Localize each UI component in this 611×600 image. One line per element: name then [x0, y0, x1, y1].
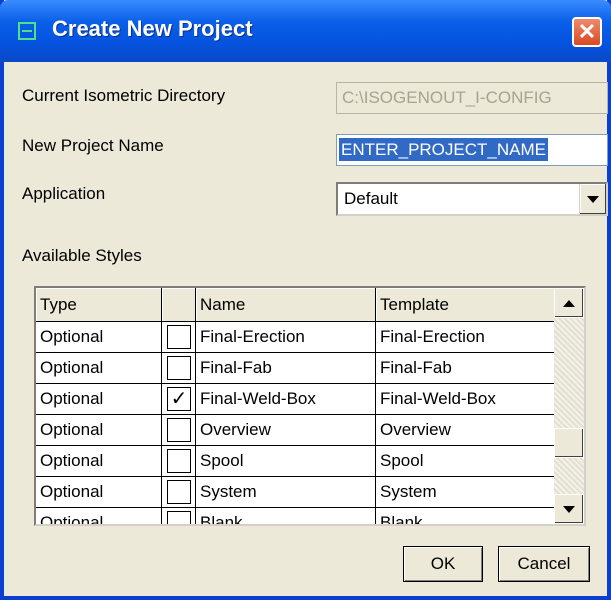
- ok-button[interactable]: OK: [403, 546, 483, 582]
- column-header-type[interactable]: Type: [36, 288, 162, 322]
- style-checkbox[interactable]: [167, 449, 191, 473]
- check-cell: ✓: [162, 384, 196, 415]
- available-styles-label: Available Styles: [22, 246, 142, 265]
- title-bar[interactable]: Create New Project ✕: [0, 0, 611, 62]
- project-name-label: New Project Name: [22, 136, 164, 155]
- table-row[interactable]: Optional System System: [36, 477, 556, 508]
- template-cell: Final-Weld-Box: [376, 384, 556, 415]
- type-cell: Optional: [36, 353, 162, 384]
- check-cell: [162, 415, 196, 446]
- scroll-down-arrow-icon[interactable]: [554, 494, 584, 524]
- template-cell: Spool: [376, 446, 556, 477]
- window-title: Create New Project: [52, 16, 253, 41]
- close-button[interactable]: ✕: [572, 17, 602, 47]
- app-icon: [18, 22, 36, 40]
- check-cell: [162, 322, 196, 353]
- table-row[interactable]: Optional Spool Spool: [36, 446, 556, 477]
- style-checkbox[interactable]: [167, 511, 191, 524]
- template-cell: System: [376, 477, 556, 508]
- name-cell: Final-Weld-Box: [196, 384, 376, 415]
- current-directory-label: Current Isometric Directory: [22, 86, 226, 105]
- scroll-up-arrow-icon[interactable]: [554, 288, 584, 318]
- type-cell: Optional: [36, 477, 162, 508]
- check-cell: [162, 353, 196, 384]
- style-checkbox[interactable]: ✓: [167, 387, 191, 411]
- table-row[interactable]: Optional Blank Blank: [36, 508, 556, 524]
- style-checkbox[interactable]: [167, 325, 191, 349]
- table-row[interactable]: Optional Overview Overview: [36, 415, 556, 446]
- name-cell: Final-Erection: [196, 322, 376, 353]
- check-cell: [162, 477, 196, 508]
- name-cell: Final-Fab: [196, 353, 376, 384]
- application-select[interactable]: Default: [336, 182, 608, 216]
- current-directory-field: C:\ISOGENOUT_I-CONFIG: [336, 82, 608, 114]
- column-header-template[interactable]: Template: [376, 288, 556, 322]
- application-label: Application: [22, 184, 106, 203]
- table-row[interactable]: Optional ✓ Final-Weld-Box Final-Weld-Box: [36, 384, 556, 415]
- template-cell: Blank: [376, 508, 556, 524]
- name-cell: Spool: [196, 446, 376, 477]
- dialog-window: Create New Project ✕ Current Isometric D…: [0, 0, 611, 600]
- type-cell: Optional: [36, 415, 162, 446]
- check-cell: [162, 508, 196, 524]
- name-cell: Overview: [196, 415, 376, 446]
- styles-table[interactable]: Type Name Template Optional Final-Erecti…: [34, 286, 586, 526]
- style-checkbox[interactable]: [167, 356, 191, 380]
- table-row[interactable]: Optional Final-Erection Final-Erection: [36, 322, 556, 353]
- type-cell: Optional: [36, 384, 162, 415]
- template-cell: Final-Fab: [376, 353, 556, 384]
- column-header-check[interactable]: [162, 288, 196, 322]
- type-cell: Optional: [36, 322, 162, 353]
- template-cell: Overview: [376, 415, 556, 446]
- scroll-thumb[interactable]: [554, 428, 584, 458]
- template-cell: Final-Erection: [376, 322, 556, 353]
- name-cell: System: [196, 477, 376, 508]
- column-header-name[interactable]: Name: [196, 288, 376, 322]
- vertical-scrollbar[interactable]: [554, 288, 584, 524]
- project-name-input[interactable]: ENTER_PROJECT_NAME: [336, 134, 608, 166]
- check-cell: [162, 446, 196, 477]
- cancel-button[interactable]: Cancel: [498, 546, 590, 582]
- style-checkbox[interactable]: [167, 480, 191, 504]
- style-checkbox[interactable]: [167, 418, 191, 442]
- application-value: Default: [344, 189, 398, 208]
- dropdown-arrow-icon[interactable]: [579, 184, 606, 214]
- type-cell: Optional: [36, 446, 162, 477]
- table-row[interactable]: Optional Final-Fab Final-Fab: [36, 353, 556, 384]
- name-cell: Blank: [196, 508, 376, 524]
- type-cell: Optional: [36, 508, 162, 524]
- project-name-value: ENTER_PROJECT_NAME: [339, 138, 548, 161]
